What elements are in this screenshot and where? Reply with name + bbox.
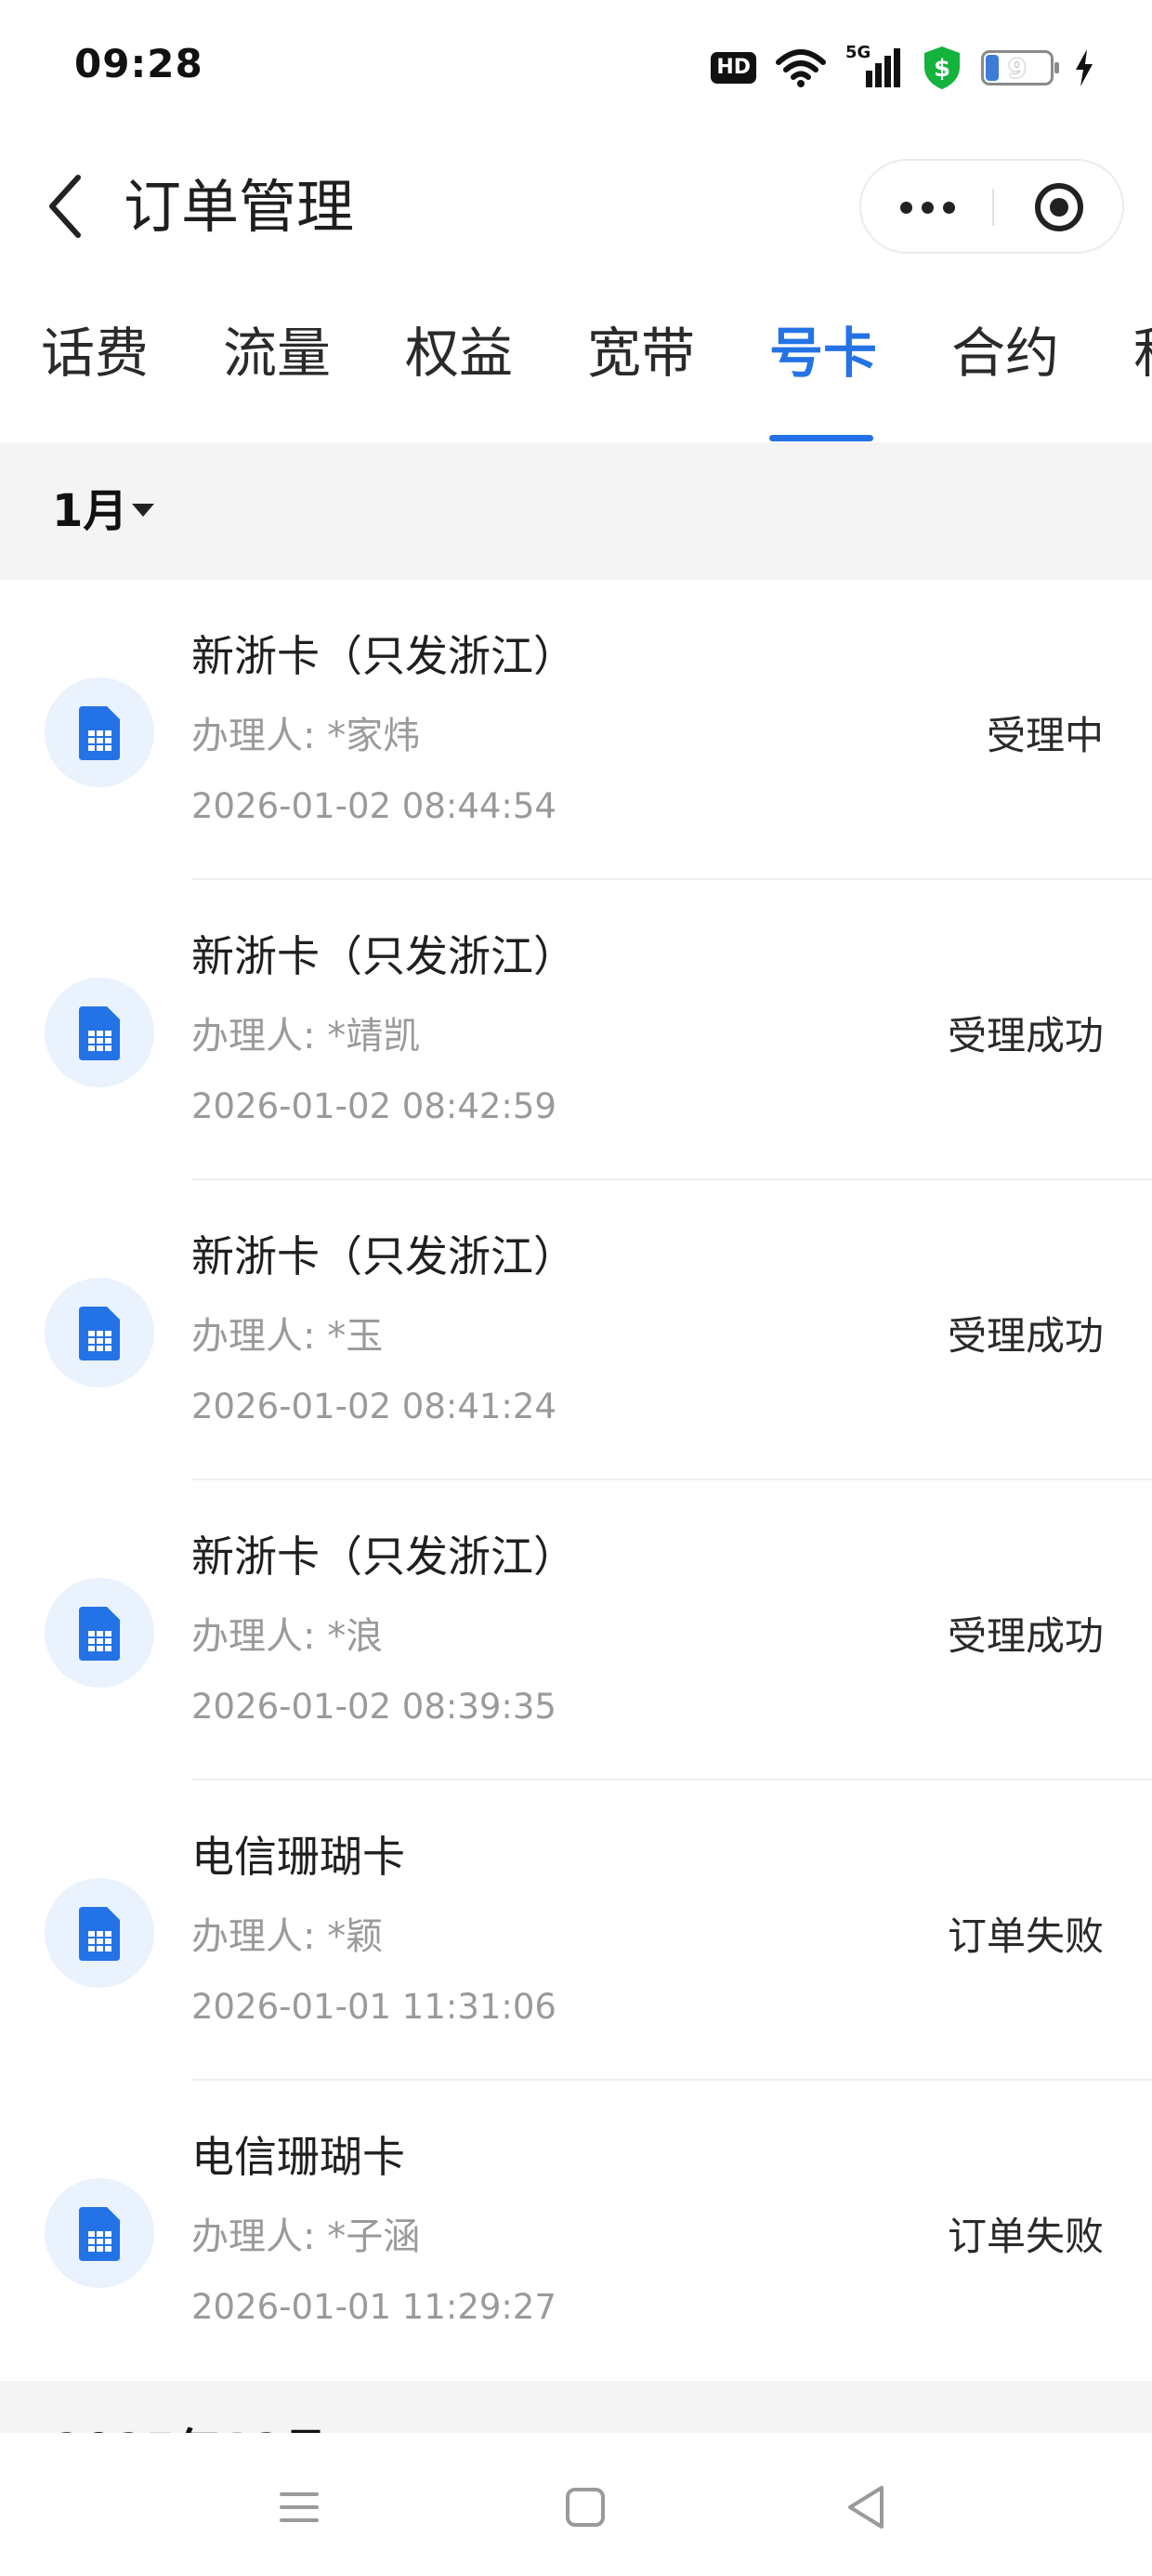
order-status: 受理中 (986, 713, 1104, 758)
order-icon (45, 978, 154, 1087)
more-dots-icon (899, 201, 912, 214)
order-time: 2026-01-01 11:29:27 (191, 2287, 556, 2327)
order-product-name: 新浙卡（只发浙江） (191, 1531, 576, 1582)
tab-points[interactable]: 积 (1133, 316, 1152, 390)
active-tab-indicator (769, 435, 873, 441)
order-icon (45, 1278, 154, 1387)
triangle-back-icon (848, 2486, 884, 2529)
tab-data[interactable]: 流量 (223, 316, 331, 390)
order-icon (45, 677, 154, 787)
battery-icon: 9 (981, 50, 1059, 85)
sim-card-icon (79, 1907, 120, 1961)
order-icon (45, 1578, 154, 1688)
mini-program-capsule (859, 159, 1124, 254)
order-row[interactable]: 电信珊瑚卡办理人: *子涵 2026-01-01 11:29:27 订单失败 (0, 2081, 1152, 2381)
tab-broadband[interactable]: 宽带 (587, 316, 695, 390)
order-status: 受理成功 (947, 1313, 1104, 1359)
order-product-name: 电信珊瑚卡 (191, 2132, 405, 2182)
order-time: 2026-01-02 08:42:59 (191, 1086, 556, 1126)
wifi-icon (776, 49, 826, 87)
back-nav-button[interactable] (829, 2470, 903, 2544)
order-time: 2026-01-02 08:44:54 (191, 786, 556, 826)
order-time: 2026-01-02 08:41:24 (191, 1387, 556, 1426)
order-row[interactable]: 电信珊瑚卡办理人: *颖 2026-01-01 11:31:06 订单失败 (0, 1781, 1152, 2081)
order-list: 新浙卡（只发浙江） 办理人: *家炜 2026-01-02 08:44:54 受理中新… (0, 580, 1152, 2381)
target-close-icon (1035, 183, 1083, 231)
order-row[interactable]: 新浙卡（只发浙江） 办理人: *家炜 2026-01-02 08:44:54 受理中 (0, 580, 1152, 880)
order-handler: 办理人: *浪 (191, 1615, 384, 1658)
order-time: 2026-01-02 08:39:35 (191, 1687, 556, 1727)
close-mini-program-button[interactable] (994, 161, 1124, 254)
category-tabs: 话费 流量 权益 宽带 号卡 合约 积 (0, 279, 1152, 442)
order-handler: 办理人: *靖凯 (191, 1015, 421, 1058)
home-button[interactable] (548, 2470, 622, 2544)
more-button[interactable] (861, 161, 993, 254)
tab-benefits[interactable]: 权益 (405, 316, 513, 390)
system-nav-bar (0, 2433, 1152, 2576)
month-filter[interactable]: 1月 (0, 442, 1152, 580)
square-home-icon (566, 2488, 605, 2527)
page-title: 订单管理 (124, 173, 355, 241)
order-product-name: 新浙卡（只发浙江） (191, 631, 576, 681)
svg-text:$: $ (934, 55, 950, 83)
order-icon (45, 1878, 154, 1988)
order-product-name: 电信珊瑚卡 (191, 1832, 405, 1882)
order-icon (45, 2178, 154, 2288)
order-row[interactable]: 新浙卡（只发浙江） 办理人: *玉 2026-01-02 08:41:24 受理成功 (0, 1180, 1152, 1480)
order-product-name: 新浙卡（只发浙江） (191, 1231, 576, 1281)
shield-dollar-icon: $ (924, 46, 960, 89)
order-row[interactable]: 新浙卡（只发浙江） 办理人: *浪 2026-01-02 08:39:35 受理成功 (0, 1480, 1152, 1781)
tab-contract[interactable]: 合约 (951, 316, 1059, 390)
sim-card-icon (79, 706, 120, 760)
caret-down-icon (132, 504, 154, 517)
order-status: 受理成功 (947, 1613, 1104, 1659)
sim-card-icon (79, 1006, 120, 1060)
hd-badge: HD (711, 52, 756, 84)
order-product-name: 新浙卡（只发浙江） (191, 931, 576, 981)
order-status: 受理成功 (947, 1013, 1104, 1058)
order-handler: 办理人: *玉 (191, 1315, 384, 1358)
order-handler: 办理人: *子涵 (191, 2215, 421, 2258)
status-time: 09:28 (74, 41, 203, 86)
status-icons: HD 5G $ 9 (711, 43, 1096, 91)
menu-icon (280, 2492, 319, 2522)
month-label: 1月 (52, 485, 128, 537)
menu-button[interactable] (262, 2470, 336, 2544)
battery-level: 9 (1008, 52, 1027, 84)
chevron-left-icon (49, 175, 81, 238)
order-row[interactable]: 新浙卡（只发浙江） 办理人: *靖凯 2026-01-02 08:42:59 受理成功 (0, 880, 1152, 1180)
sim-card-icon (79, 1307, 120, 1360)
tab-phone-bill[interactable]: 话费 (41, 316, 149, 390)
tab-sim-card[interactable]: 号卡 (769, 316, 877, 390)
order-handler: 办理人: *颖 (191, 1915, 384, 1958)
network-type: 5G (845, 43, 903, 89)
order-status: 订单失败 (947, 1913, 1104, 1959)
charging-bolt-icon (1076, 49, 1093, 86)
order-handler: 办理人: *家炜 (191, 715, 421, 757)
sim-card-icon (79, 1607, 120, 1661)
nav-bar: 订单管理 (0, 135, 1152, 279)
back-button[interactable] (37, 169, 93, 243)
sim-card-icon (79, 2207, 120, 2261)
signal-icon (866, 48, 900, 87)
order-time: 2026-01-01 11:31:06 (191, 1987, 556, 2027)
status-bar: 09:28 HD 5G $ 9 (0, 0, 1152, 135)
order-status: 订单失败 (947, 2214, 1104, 2259)
